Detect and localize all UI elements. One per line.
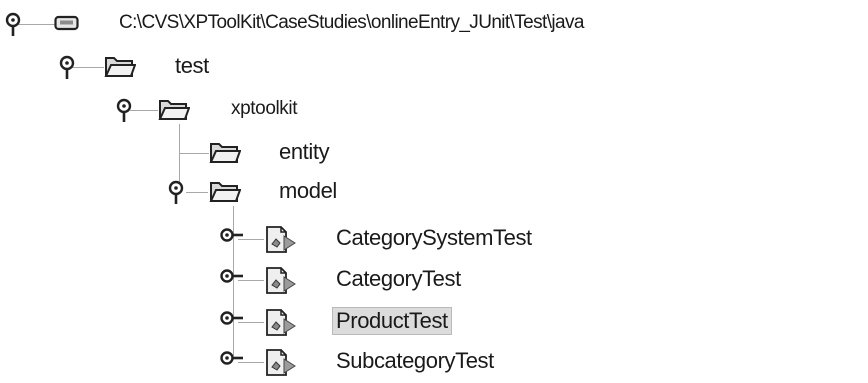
tree-node-label[interactable]: SubcategoryTest <box>333 348 497 374</box>
tree-node-xptoolkit[interactable]: xptoolkit <box>0 91 868 127</box>
tree-node-label[interactable]: entity <box>276 139 332 165</box>
tree-node-categorytest[interactable]: CategoryTest <box>0 261 868 297</box>
expanded-toggle-icon[interactable] <box>166 179 190 205</box>
tree-node-label[interactable]: model <box>276 178 340 204</box>
tree-node-label[interactable]: xptoolkit <box>228 96 300 122</box>
tree-node-label-selected[interactable]: ProductTest <box>332 307 452 335</box>
folder-open-icon <box>209 139 241 167</box>
drive-icon <box>54 14 80 42</box>
folder-open-icon <box>209 178 241 206</box>
tree-node-producttest[interactable]: ProductTest <box>0 303 868 339</box>
collapsed-toggle-icon[interactable] <box>219 310 245 326</box>
tree-node-subcategorytest[interactable]: SubcategoryTest <box>0 343 868 379</box>
collapsed-toggle-icon[interactable] <box>219 227 245 243</box>
expanded-toggle-icon[interactable] <box>114 97 138 123</box>
collapsed-toggle-icon[interactable] <box>219 350 245 366</box>
tree-node-model[interactable]: model <box>0 173 868 209</box>
tree-node-label[interactable]: test <box>172 53 212 79</box>
tree-node-label[interactable]: C:\CVS\XPToolKit\CaseStudies\onlineEntry… <box>116 10 587 36</box>
tree-node-label[interactable]: CategoryTest <box>333 266 464 292</box>
tree-node-test[interactable]: test <box>0 48 868 84</box>
test-class-icon <box>264 308 298 336</box>
folder-open-icon <box>158 96 190 124</box>
folder-open-icon <box>104 53 136 81</box>
expanded-toggle-icon[interactable] <box>3 11 27 37</box>
expanded-toggle-icon[interactable] <box>57 54 81 80</box>
tree-node-entity[interactable]: entity <box>0 134 868 170</box>
test-class-icon <box>264 266 298 294</box>
tree-node-categorysystemtest[interactable]: CategorySystemTest <box>0 220 868 256</box>
file-tree: C:\CVS\XPToolKit\CaseStudies\onlineEntry… <box>0 0 868 383</box>
test-class-icon <box>264 348 298 376</box>
tree-node-root[interactable]: C:\CVS\XPToolKit\CaseStudies\onlineEntry… <box>0 5 868 41</box>
test-class-icon <box>264 225 298 253</box>
tree-node-label[interactable]: CategorySystemTest <box>333 225 535 251</box>
collapsed-toggle-icon[interactable] <box>219 268 245 284</box>
